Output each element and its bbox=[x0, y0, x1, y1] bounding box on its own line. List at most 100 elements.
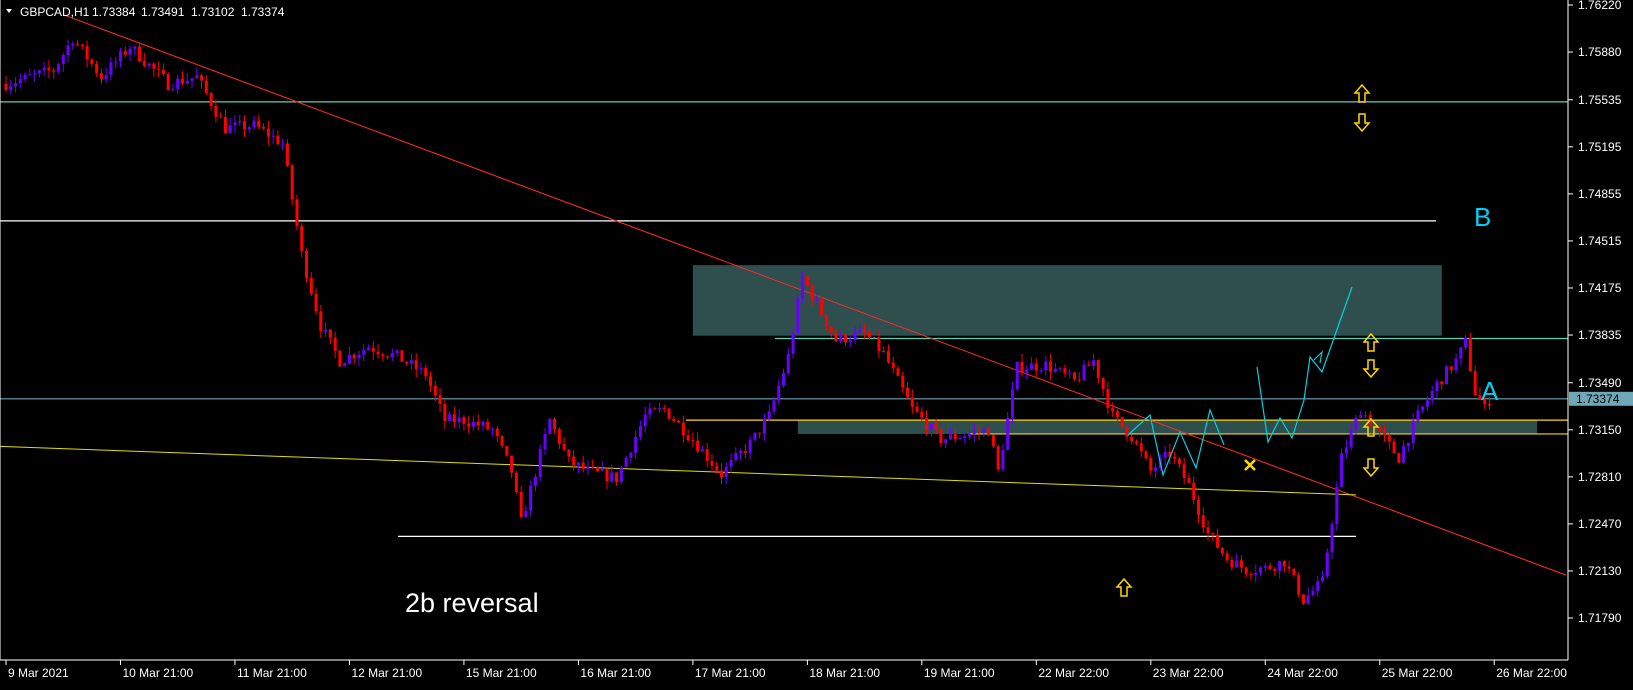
candle-body bbox=[724, 466, 728, 478]
candle-body bbox=[343, 363, 347, 367]
candle-body bbox=[1010, 389, 1014, 418]
candle-body bbox=[471, 421, 475, 427]
candle-body bbox=[758, 432, 762, 434]
ohlc-high: 1.73491 bbox=[141, 5, 185, 19]
time-tick-label: 24 Mar 22:00 bbox=[1267, 666, 1338, 680]
candle-body bbox=[214, 106, 218, 117]
candle-body bbox=[386, 356, 390, 358]
candle-body bbox=[753, 432, 757, 440]
candle-body bbox=[514, 472, 518, 492]
candle-body bbox=[925, 417, 929, 431]
candle-body bbox=[595, 467, 599, 471]
candle-body bbox=[743, 451, 747, 453]
candle-body bbox=[1111, 408, 1115, 412]
price-chart[interactable]: 1.76220 1.75880 1.75535 1.75195 1.74855 1.745… bbox=[0, 0, 1633, 685]
candle-body bbox=[429, 376, 433, 386]
price-tick-label: 1.73835 bbox=[1578, 328, 1622, 342]
candle-body bbox=[171, 88, 175, 90]
candle-body bbox=[99, 73, 103, 80]
candle-body bbox=[1077, 379, 1081, 381]
candle-body bbox=[767, 411, 771, 420]
candle-body bbox=[1330, 524, 1334, 553]
candle-body bbox=[1239, 560, 1243, 568]
candle-body bbox=[233, 122, 237, 126]
time-tick-label: 22 Mar 22:00 bbox=[1038, 666, 1109, 680]
candle-body bbox=[910, 397, 914, 407]
candle-body bbox=[1134, 441, 1138, 444]
symbol-label: GBPCAD,H1 bbox=[20, 5, 90, 19]
candle-body bbox=[190, 78, 194, 81]
candle-body bbox=[357, 354, 361, 359]
candle-body bbox=[1354, 417, 1358, 431]
candle-body bbox=[853, 332, 857, 341]
candle-body bbox=[152, 63, 156, 69]
price-tick-label: 1.75880 bbox=[1578, 45, 1622, 59]
candle-body bbox=[228, 125, 232, 134]
candle-body bbox=[414, 360, 418, 370]
candle-body bbox=[1349, 430, 1353, 448]
time-tick-label: 17 Mar 21:00 bbox=[695, 666, 766, 680]
label-a: A bbox=[1481, 376, 1499, 406]
candle-body bbox=[1034, 363, 1038, 371]
candle-body bbox=[786, 353, 790, 373]
candle-body bbox=[996, 446, 1000, 470]
candle-body bbox=[920, 411, 924, 418]
candle-body bbox=[33, 73, 37, 75]
candle-body bbox=[52, 70, 56, 72]
candle-body bbox=[1092, 360, 1096, 367]
current-price-value: 1.73374 bbox=[1576, 392, 1620, 406]
candle-body bbox=[347, 354, 351, 364]
candle-body bbox=[619, 467, 623, 482]
candle-body bbox=[338, 350, 342, 367]
candle-body bbox=[1130, 436, 1134, 442]
candle-body bbox=[109, 62, 113, 76]
candle-body bbox=[1464, 338, 1468, 348]
time-tick-label: 9 Mar 2021 bbox=[8, 666, 69, 680]
current-price-tag: 1.73374 bbox=[1569, 391, 1633, 406]
candle-body bbox=[1440, 381, 1444, 385]
candle-body bbox=[896, 368, 900, 376]
candle-body bbox=[944, 439, 948, 444]
candle-body bbox=[376, 351, 380, 355]
candle-body bbox=[424, 367, 428, 377]
candle-body bbox=[495, 428, 499, 437]
candle-body bbox=[443, 403, 447, 421]
candle-body bbox=[557, 429, 561, 444]
candle-body bbox=[882, 350, 886, 352]
candle-body bbox=[18, 79, 22, 84]
candle-body bbox=[548, 418, 552, 434]
candle-body bbox=[1273, 568, 1277, 571]
candle-body bbox=[677, 421, 681, 423]
candle-body bbox=[877, 337, 881, 351]
candle-body bbox=[796, 298, 800, 334]
time-tick-label: 23 Mar 22:00 bbox=[1153, 666, 1224, 680]
candle-body bbox=[138, 46, 142, 62]
time-tick-label: 11 Mar 21:00 bbox=[237, 666, 307, 680]
candle-body bbox=[257, 120, 261, 127]
supply-zone bbox=[692, 265, 1442, 336]
candle-body bbox=[123, 51, 127, 55]
candle-body bbox=[166, 74, 170, 90]
candle-body bbox=[1211, 532, 1215, 535]
candle-body bbox=[867, 331, 871, 338]
candle-body bbox=[1154, 467, 1158, 471]
candle-body bbox=[500, 436, 504, 446]
candle-body bbox=[686, 435, 690, 441]
candle-body bbox=[929, 423, 933, 431]
candle-body bbox=[1425, 400, 1429, 407]
candle-body bbox=[586, 466, 590, 469]
candle-body bbox=[1359, 415, 1363, 418]
candle-body bbox=[977, 431, 981, 433]
candle-body bbox=[1001, 449, 1005, 470]
candle-body bbox=[433, 385, 437, 396]
candle-body bbox=[71, 43, 75, 46]
candle-body bbox=[328, 329, 332, 338]
candle-body bbox=[829, 326, 833, 333]
candle-body bbox=[80, 44, 84, 47]
candle-body bbox=[1383, 430, 1387, 436]
candle-body bbox=[863, 329, 867, 332]
candle-body bbox=[801, 276, 805, 299]
candle-body bbox=[576, 462, 580, 466]
candle-body bbox=[672, 418, 676, 422]
chart-canvas[interactable]: 1.76220 1.75880 1.75535 1.75195 1.74855 1.745… bbox=[0, 0, 1633, 685]
